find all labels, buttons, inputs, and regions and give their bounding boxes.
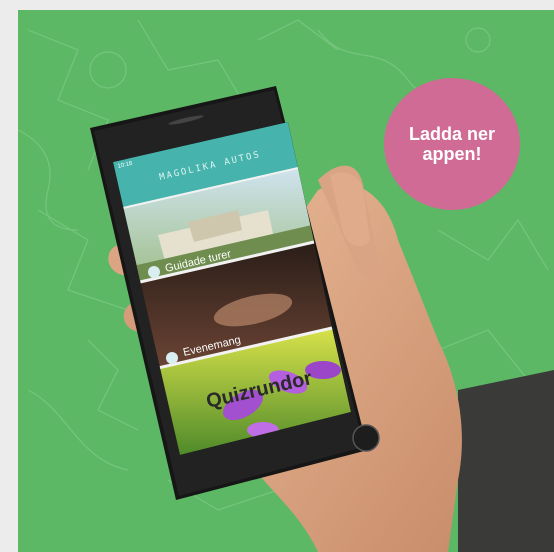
- hand-holding-phone: MAGOLIKA AUTOS 10:18 Guidade turer Evene…: [90, 86, 554, 552]
- home-button-icon: [352, 424, 380, 452]
- promo-image: Ladda ner appen! MAGOLIKA AUTOS 10:18 Gu…: [18, 10, 554, 552]
- globe-icon: [166, 352, 178, 364]
- sleeve: [458, 370, 554, 552]
- globe-icon: [148, 266, 160, 278]
